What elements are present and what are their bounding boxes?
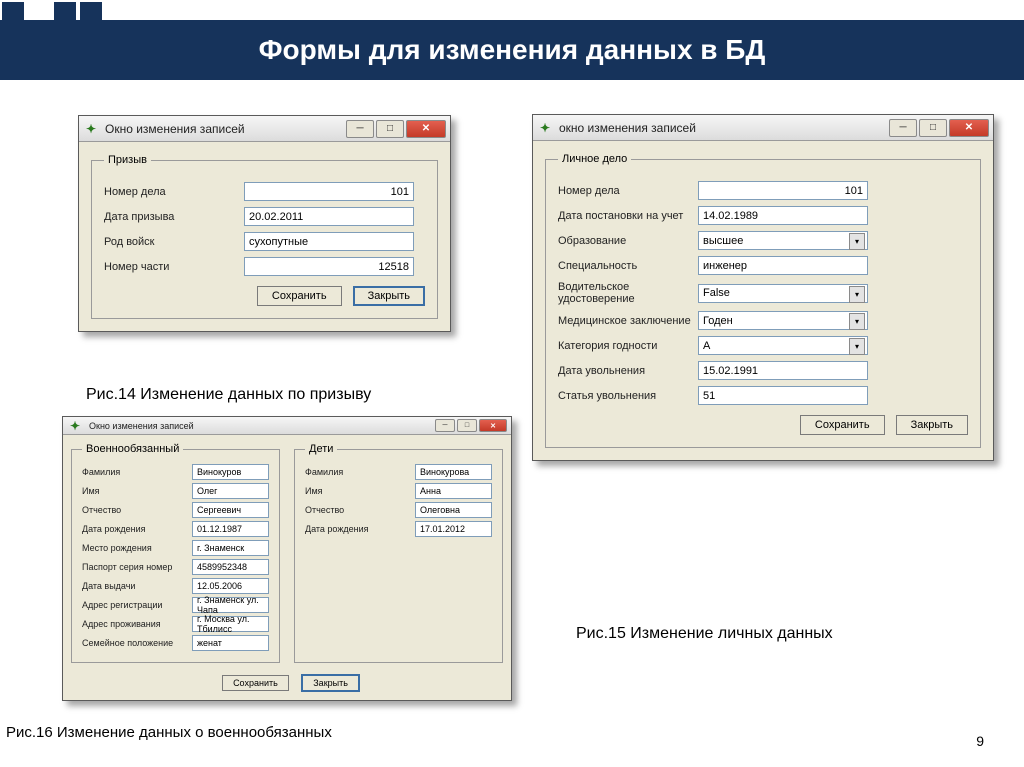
cat-combo[interactable]: А <box>698 336 868 355</box>
p-pob-field[interactable]: г. Знаменск <box>192 540 269 556</box>
dis-date-field[interactable]: 15.02.1991 <box>698 361 868 380</box>
cat-label: Категория годности <box>558 340 698 352</box>
edu-label: Образование <box>558 235 698 247</box>
c-surname-field[interactable]: Винокурова <box>415 464 492 480</box>
c-patr-label: Отчество <box>305 505 415 515</box>
save-button[interactable]: Сохранить <box>257 286 342 306</box>
fig16-caption: Рис.16 Изменение данных о военнообязанны… <box>6 724 332 741</box>
window-title: окно изменения записей <box>559 121 889 135</box>
group-children: Дети ФамилияВинокурова ИмяАнна ОтчествоО… <box>294 443 503 663</box>
minimize-button[interactable]: ─ <box>889 119 917 137</box>
close-form-button[interactable]: Закрыть <box>301 674 360 692</box>
slide-title: Формы для изменения данных в БД <box>0 20 1024 80</box>
p-pob-label: Место рождения <box>82 543 192 553</box>
p-name-label: Имя <box>82 486 192 496</box>
license-label: Водительское удостоверение <box>558 281 698 305</box>
draft-date-label: Дата призыва <box>104 211 244 223</box>
unit-field[interactable]: 12518 <box>244 257 414 276</box>
p-reg-field[interactable]: г. Знаменск ул. Чапа <box>192 597 269 613</box>
close-form-button[interactable]: Закрыть <box>353 286 425 306</box>
p-idate-label: Дата выдачи <box>82 581 192 591</box>
window-lichnoe-delo: ✦ окно изменения записей ─ □ ✕ Личное де… <box>532 114 994 461</box>
dis-date-label: Дата увольнения <box>558 365 698 377</box>
c-dob-label: Дата рождения <box>305 524 415 534</box>
med-combo[interactable]: Годен <box>698 311 868 330</box>
p-mar-field[interactable]: женат <box>192 635 269 651</box>
group-label: Личное дело <box>558 153 631 165</box>
reg-date-label: Дата постановки на учет <box>558 210 698 222</box>
titlebar: ✦ окно изменения записей ─ □ ✕ <box>533 115 993 141</box>
branch-field[interactable]: сухопутные <box>244 232 414 251</box>
close-form-button[interactable]: Закрыть <box>896 415 968 435</box>
spec-label: Специальность <box>558 260 698 272</box>
titlebar: ✦ Окно изменения записей ─ □ ✕ <box>63 417 511 435</box>
group-priziv: Призыв Номер дела 101 Дата призыва 20.02… <box>91 154 438 319</box>
window-voennoobyaz: ✦ Окно изменения записей ─ □ ✕ Военнообя… <box>62 416 512 701</box>
edu-combo[interactable]: высшее <box>698 231 868 250</box>
case-no-label: Номер дела <box>104 186 244 198</box>
close-button[interactable]: ✕ <box>406 120 446 138</box>
p-pass-field[interactable]: 4589952348 <box>192 559 269 575</box>
app-icon: ✦ <box>83 121 99 137</box>
p-patr-field[interactable]: Сергеевич <box>192 502 269 518</box>
app-icon: ✦ <box>537 120 553 136</box>
p-reg-label: Адрес регистрации <box>82 600 192 610</box>
p-surname-label: Фамилия <box>82 467 192 477</box>
window-priziv: ✦ Окно изменения записей ─ □ ✕ Призыв Но… <box>78 115 451 332</box>
window-title: Окно изменения записей <box>89 421 435 431</box>
maximize-button[interactable]: □ <box>376 120 404 138</box>
c-dob-field[interactable]: 17.01.2012 <box>415 521 492 537</box>
maximize-button[interactable]: □ <box>457 419 477 432</box>
spec-field[interactable]: инженер <box>698 256 868 275</box>
p-surname-field[interactable]: Винокуров <box>192 464 269 480</box>
save-button[interactable]: Сохранить <box>222 675 289 691</box>
page-number: 9 <box>976 733 984 749</box>
case-no-field[interactable]: 101 <box>244 182 414 201</box>
group-b-label: Дети <box>305 443 337 455</box>
c-patr-field[interactable]: Олеговна <box>415 502 492 518</box>
p-dob-field[interactable]: 01.12.1987 <box>192 521 269 537</box>
fig15-caption: Рис.15 Изменение личных данных <box>576 625 833 643</box>
window-title: Окно изменения записей <box>105 122 346 136</box>
c-name-label: Имя <box>305 486 415 496</box>
p-idate-field[interactable]: 12.05.2006 <box>192 578 269 594</box>
group-label: Призыв <box>104 154 151 166</box>
p-res-field[interactable]: г. Москва ул. Тбилисс <box>192 616 269 632</box>
case-no-field[interactable]: 101 <box>698 181 868 200</box>
p-dob-label: Дата рождения <box>82 524 192 534</box>
p-patr-label: Отчество <box>82 505 192 515</box>
minimize-button[interactable]: ─ <box>346 120 374 138</box>
group-person: Военнообязанный ФамилияВинокуров ИмяОлег… <box>71 443 280 663</box>
dis-art-label: Статья увольнения <box>558 390 698 402</box>
case-no-label: Номер дела <box>558 185 698 197</box>
minimize-button[interactable]: ─ <box>435 419 455 432</box>
branch-label: Род войск <box>104 236 244 248</box>
license-combo[interactable]: False <box>698 284 868 303</box>
c-surname-label: Фамилия <box>305 467 415 477</box>
p-pass-label: Паспорт серия номер <box>82 562 192 572</box>
group-a-label: Военнообязанный <box>82 443 183 455</box>
p-res-label: Адрес проживания <box>82 619 192 629</box>
group-lichnoe-delo: Личное дело Номер дела101 Дата постановк… <box>545 153 981 448</box>
c-name-field[interactable]: Анна <box>415 483 492 499</box>
app-icon: ✦ <box>67 418 83 434</box>
med-label: Медицинское заключение <box>558 315 698 327</box>
p-name-field[interactable]: Олег <box>192 483 269 499</box>
p-mar-label: Семейное положение <box>82 638 192 648</box>
fig14-caption: Рис.14 Изменение данных по призыву <box>86 386 371 404</box>
unit-label: Номер части <box>104 261 244 273</box>
close-button[interactable]: ✕ <box>949 119 989 137</box>
draft-date-field[interactable]: 20.02.2011 <box>244 207 414 226</box>
save-button[interactable]: Сохранить <box>800 415 885 435</box>
close-button[interactable]: ✕ <box>479 419 507 432</box>
titlebar: ✦ Окно изменения записей ─ □ ✕ <box>79 116 450 142</box>
maximize-button[interactable]: □ <box>919 119 947 137</box>
dis-art-field[interactable]: 51 <box>698 386 868 405</box>
reg-date-field[interactable]: 14.02.1989 <box>698 206 868 225</box>
